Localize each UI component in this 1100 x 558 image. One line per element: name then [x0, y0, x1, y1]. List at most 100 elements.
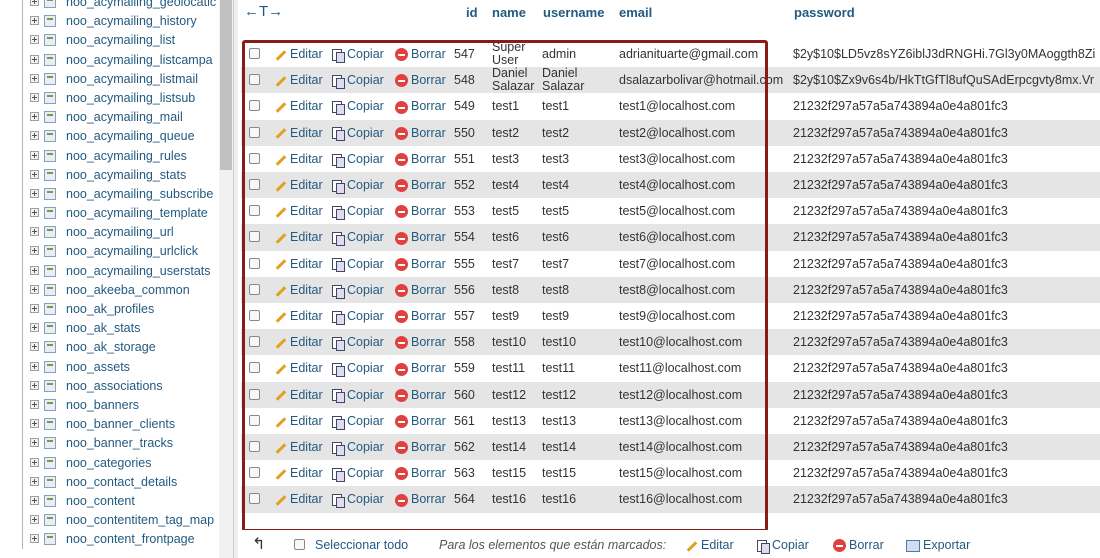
delete-link[interactable]: Borrar	[395, 408, 446, 434]
expand-icon[interactable]	[30, 515, 39, 525]
sidebar-table-name[interactable]: noo_banner_tracks	[66, 434, 173, 453]
sidebar-table-item[interactable]: noo_acymailing_queue	[0, 127, 220, 147]
sidebar-table-item[interactable]: noo_acymailing_history	[0, 12, 220, 32]
sidebar-table-name[interactable]: noo_assets	[66, 358, 130, 377]
edit-link[interactable]: Editar	[273, 146, 323, 172]
expand-icon[interactable]	[30, 73, 39, 83]
edit-link[interactable]: Editar	[273, 486, 323, 512]
edit-link[interactable]: Editar	[273, 277, 323, 303]
copy-link[interactable]: Copiar	[332, 146, 384, 172]
row-checkbox[interactable]	[249, 310, 260, 321]
sidebar-table-item[interactable]: noo_banner_clients	[0, 415, 220, 435]
row-checkbox[interactable]	[249, 205, 260, 217]
sidebar-table-item[interactable]: noo_acymailing_listmail	[0, 69, 220, 89]
delete-link[interactable]: Borrar	[395, 277, 446, 303]
row-checkbox[interactable]	[249, 283, 260, 295]
expand-icon[interactable]	[30, 399, 39, 409]
column-header-name[interactable]: name	[492, 5, 526, 20]
column-arrows-icon[interactable]: ←T→	[244, 3, 283, 20]
edit-link[interactable]: Editar	[273, 382, 323, 408]
edit-link[interactable]: Editar	[273, 251, 323, 277]
sidebar-table-name[interactable]: noo_content	[66, 492, 135, 511]
delete-link[interactable]: Borrar	[395, 93, 446, 119]
copy-link[interactable]: Copiar	[332, 198, 384, 224]
expand-icon[interactable]	[30, 265, 39, 275]
expand-icon[interactable]	[30, 495, 39, 505]
bulk-delete-button[interactable]: Borrar	[833, 538, 884, 553]
expand-icon[interactable]	[30, 54, 39, 64]
sidebar-table-name[interactable]: noo_content_frontpage	[66, 530, 195, 549]
copy-link[interactable]: Copiar	[332, 120, 384, 146]
row-checkbox[interactable]	[249, 257, 260, 269]
delete-link[interactable]: Borrar	[395, 355, 446, 381]
expand-icon[interactable]	[30, 227, 39, 237]
row-checkbox[interactable]	[249, 336, 260, 348]
edit-link[interactable]: Editar	[273, 93, 323, 119]
copy-link[interactable]: Copiar	[332, 251, 384, 277]
row-checkbox[interactable]	[249, 388, 260, 400]
row-checkbox[interactable]	[249, 179, 260, 190]
edit-link[interactable]: Editar	[273, 355, 323, 381]
sidebar-table-item[interactable]: noo_content_frontpage	[0, 530, 220, 550]
delete-link[interactable]: Borrar	[395, 251, 446, 277]
sidebar-table-item[interactable]: noo_acymailing_urlclick	[0, 242, 220, 262]
edit-link[interactable]: Editar	[273, 41, 323, 67]
expand-icon[interactable]	[30, 419, 39, 429]
expand-icon[interactable]	[30, 35, 39, 45]
sidebar-table-name[interactable]: noo_acymailing_list	[66, 31, 175, 50]
sidebar-table-name[interactable]: noo_acymailing_listcampa	[66, 51, 213, 70]
sidebar-table-item[interactable]: noo_acymailing_geolocatic	[0, 0, 220, 13]
sidebar-table-item[interactable]: noo_acymailing_mail	[0, 108, 220, 128]
row-checkbox[interactable]	[249, 441, 260, 452]
expand-icon[interactable]	[30, 150, 39, 160]
delete-link[interactable]: Borrar	[395, 434, 446, 460]
delete-link[interactable]: Borrar	[395, 198, 446, 224]
delete-link[interactable]: Borrar	[395, 146, 446, 172]
copy-link[interactable]: Copiar	[332, 224, 384, 250]
delete-link[interactable]: Borrar	[395, 41, 446, 67]
copy-link[interactable]: Copiar	[332, 486, 384, 512]
copy-link[interactable]: Copiar	[332, 408, 384, 434]
copy-link[interactable]: Copiar	[332, 434, 384, 460]
sidebar-table-item[interactable]: noo_banner_tracks	[0, 434, 220, 454]
sidebar-table-name[interactable]: noo_acymailing_urlclick	[66, 242, 198, 261]
delete-link[interactable]: Borrar	[395, 172, 446, 198]
sidebar-table-item[interactable]: noo_acymailing_template	[0, 204, 220, 224]
column-header-id[interactable]: id	[466, 5, 478, 20]
row-checkbox[interactable]	[249, 231, 260, 243]
sidebar-table-item[interactable]: noo_ak_stats	[0, 319, 220, 339]
expand-icon[interactable]	[30, 361, 39, 371]
copy-link[interactable]: Copiar	[332, 93, 384, 119]
delete-link[interactable]: Borrar	[395, 120, 446, 146]
edit-link[interactable]: Editar	[273, 67, 323, 93]
copy-link[interactable]: Copiar	[332, 303, 384, 329]
sidebar-table-item[interactable]: noo_ak_storage	[0, 338, 220, 358]
bulk-copy-button[interactable]: Copiar	[757, 538, 809, 554]
row-checkbox[interactable]	[249, 100, 260, 112]
sidebar-table-name[interactable]: noo_acymailing_subscribe	[66, 185, 213, 204]
expand-icon[interactable]	[30, 438, 39, 448]
sidebar-table-name[interactable]: noo_acymailing_listmail	[66, 70, 198, 89]
copy-link[interactable]: Copiar	[332, 355, 384, 381]
sidebar-table-item[interactable]: noo_acymailing_stats	[0, 165, 220, 185]
delete-link[interactable]: Borrar	[395, 382, 446, 408]
sidebar-scrollbar-thumb[interactable]	[220, 0, 232, 170]
sidebar-table-item[interactable]: noo_banners	[0, 395, 220, 416]
select-all-checkbox[interactable]	[294, 539, 305, 550]
sidebar-table-name[interactable]: noo_acymailing_listsub	[66, 89, 195, 108]
expand-icon[interactable]	[30, 92, 39, 102]
expand-icon[interactable]	[30, 188, 39, 198]
column-header-email[interactable]: email	[619, 5, 652, 20]
sidebar-table-name[interactable]: noo_acymailing_stats	[66, 166, 186, 185]
expand-icon[interactable]	[30, 112, 39, 122]
edit-link[interactable]: Editar	[273, 120, 323, 146]
copy-link[interactable]: Copiar	[332, 277, 384, 303]
sidebar-table-name[interactable]: noo_categories	[66, 454, 151, 473]
expand-icon[interactable]	[30, 323, 39, 333]
sidebar-table-item[interactable]: noo_associations	[0, 376, 220, 396]
edit-link[interactable]: Editar	[273, 408, 323, 434]
bulk-edit-button[interactable]: Editar	[684, 538, 734, 553]
sidebar-table-name[interactable]: noo_akeeba_common	[66, 281, 190, 300]
sidebar-table-name[interactable]: noo_acymailing_rules	[66, 147, 187, 166]
row-checkbox[interactable]	[249, 467, 260, 479]
